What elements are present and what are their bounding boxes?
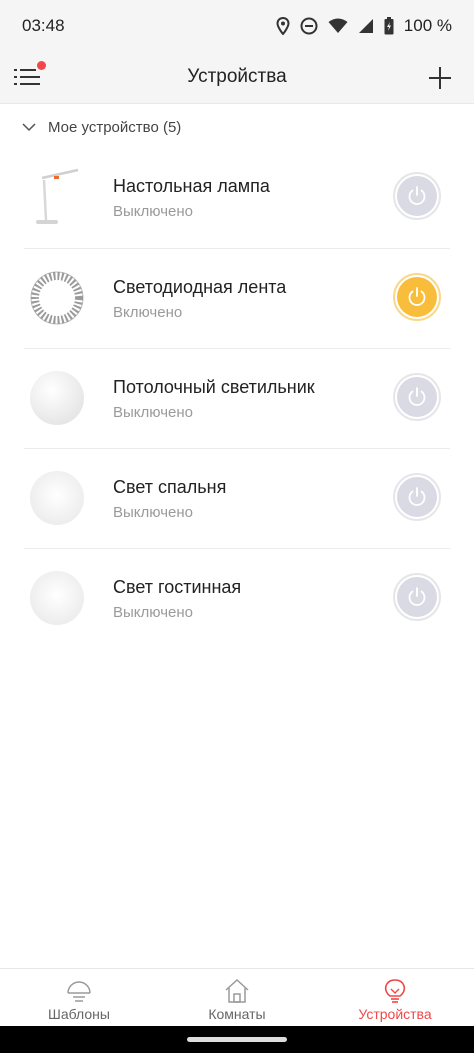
device-list: Настольная лампа Выключено Светодиодная … <box>24 148 450 648</box>
bottom-navigation: Шаблоны Комнаты Устройства <box>0 968 474 1027</box>
page-title: Устройства <box>187 66 287 87</box>
power-icon <box>408 487 426 506</box>
device-row[interactable]: Настольная лампа Выключено <box>24 148 450 248</box>
tab-devices[interactable]: Устройства <box>316 969 474 1027</box>
home-icon <box>225 978 249 1003</box>
device-row[interactable]: Светодиодная лента Включено <box>24 248 450 348</box>
location-icon <box>276 17 290 35</box>
section-label: Мое устройство (5) <box>48 118 182 136</box>
round-light-image <box>30 471 84 525</box>
ceiling-light-image <box>30 371 84 425</box>
section-header-my-devices[interactable]: Мое устройство (5) <box>22 114 181 140</box>
device-name: Светодиодная лента <box>113 277 287 297</box>
device-state: Выключено <box>113 604 193 621</box>
battery-icon <box>384 17 394 35</box>
power-icon <box>408 186 426 205</box>
wifi-icon <box>328 18 348 33</box>
power-icon <box>408 387 426 406</box>
tab-label: Комнаты <box>208 1006 266 1022</box>
lightbulb-outline-icon <box>67 981 91 1002</box>
status-time: 03:48 <box>22 16 65 35</box>
device-row[interactable]: Свет спальня Выключено <box>24 448 450 548</box>
power-toggle[interactable] <box>393 373 441 421</box>
tab-label: Шаблоны <box>48 1006 110 1022</box>
battery-level: 100 % <box>403 16 452 35</box>
app-bar: Устройства <box>0 52 474 104</box>
device-name: Настольная лампа <box>113 176 270 196</box>
system-nav-bar <box>0 1026 474 1053</box>
power-icon <box>408 587 426 606</box>
add-device-button[interactable] <box>428 66 452 90</box>
device-name: Потолочный светильник <box>113 377 315 397</box>
tab-rooms[interactable]: Комнаты <box>158 969 316 1027</box>
home-gesture-handle[interactable] <box>187 1037 287 1042</box>
dnd-icon <box>300 17 318 35</box>
status-bar: 03:48 100 % <box>0 0 474 52</box>
chevron-down-icon <box>22 123 36 132</box>
device-state: Выключено <box>113 203 193 220</box>
power-toggle[interactable] <box>393 273 441 321</box>
device-name: Свет спальня <box>113 477 227 497</box>
plus-icon <box>429 67 451 89</box>
tab-label: Устройства <box>358 1006 432 1022</box>
device-row[interactable]: Свет гостинная Выключено <box>24 548 450 648</box>
device-state: Выключено <box>113 504 193 521</box>
power-toggle[interactable] <box>393 172 441 220</box>
power-toggle[interactable] <box>393 573 441 621</box>
device-state: Выключено <box>113 404 193 421</box>
round-light-image <box>30 571 84 625</box>
power-icon <box>408 287 426 306</box>
device-state: Включено <box>113 304 183 321</box>
signal-icon <box>358 19 373 33</box>
power-toggle[interactable] <box>393 473 441 521</box>
status-icons: 100 % <box>276 16 452 36</box>
desk-lamp-image <box>36 168 79 224</box>
tab-templates[interactable]: Шаблоны <box>0 969 158 1027</box>
bulb-icon <box>384 979 406 1003</box>
led-strip-image <box>30 271 84 325</box>
device-name: Свет гостинная <box>113 577 242 597</box>
device-row[interactable]: Потолочный светильник Выключено <box>24 348 450 448</box>
